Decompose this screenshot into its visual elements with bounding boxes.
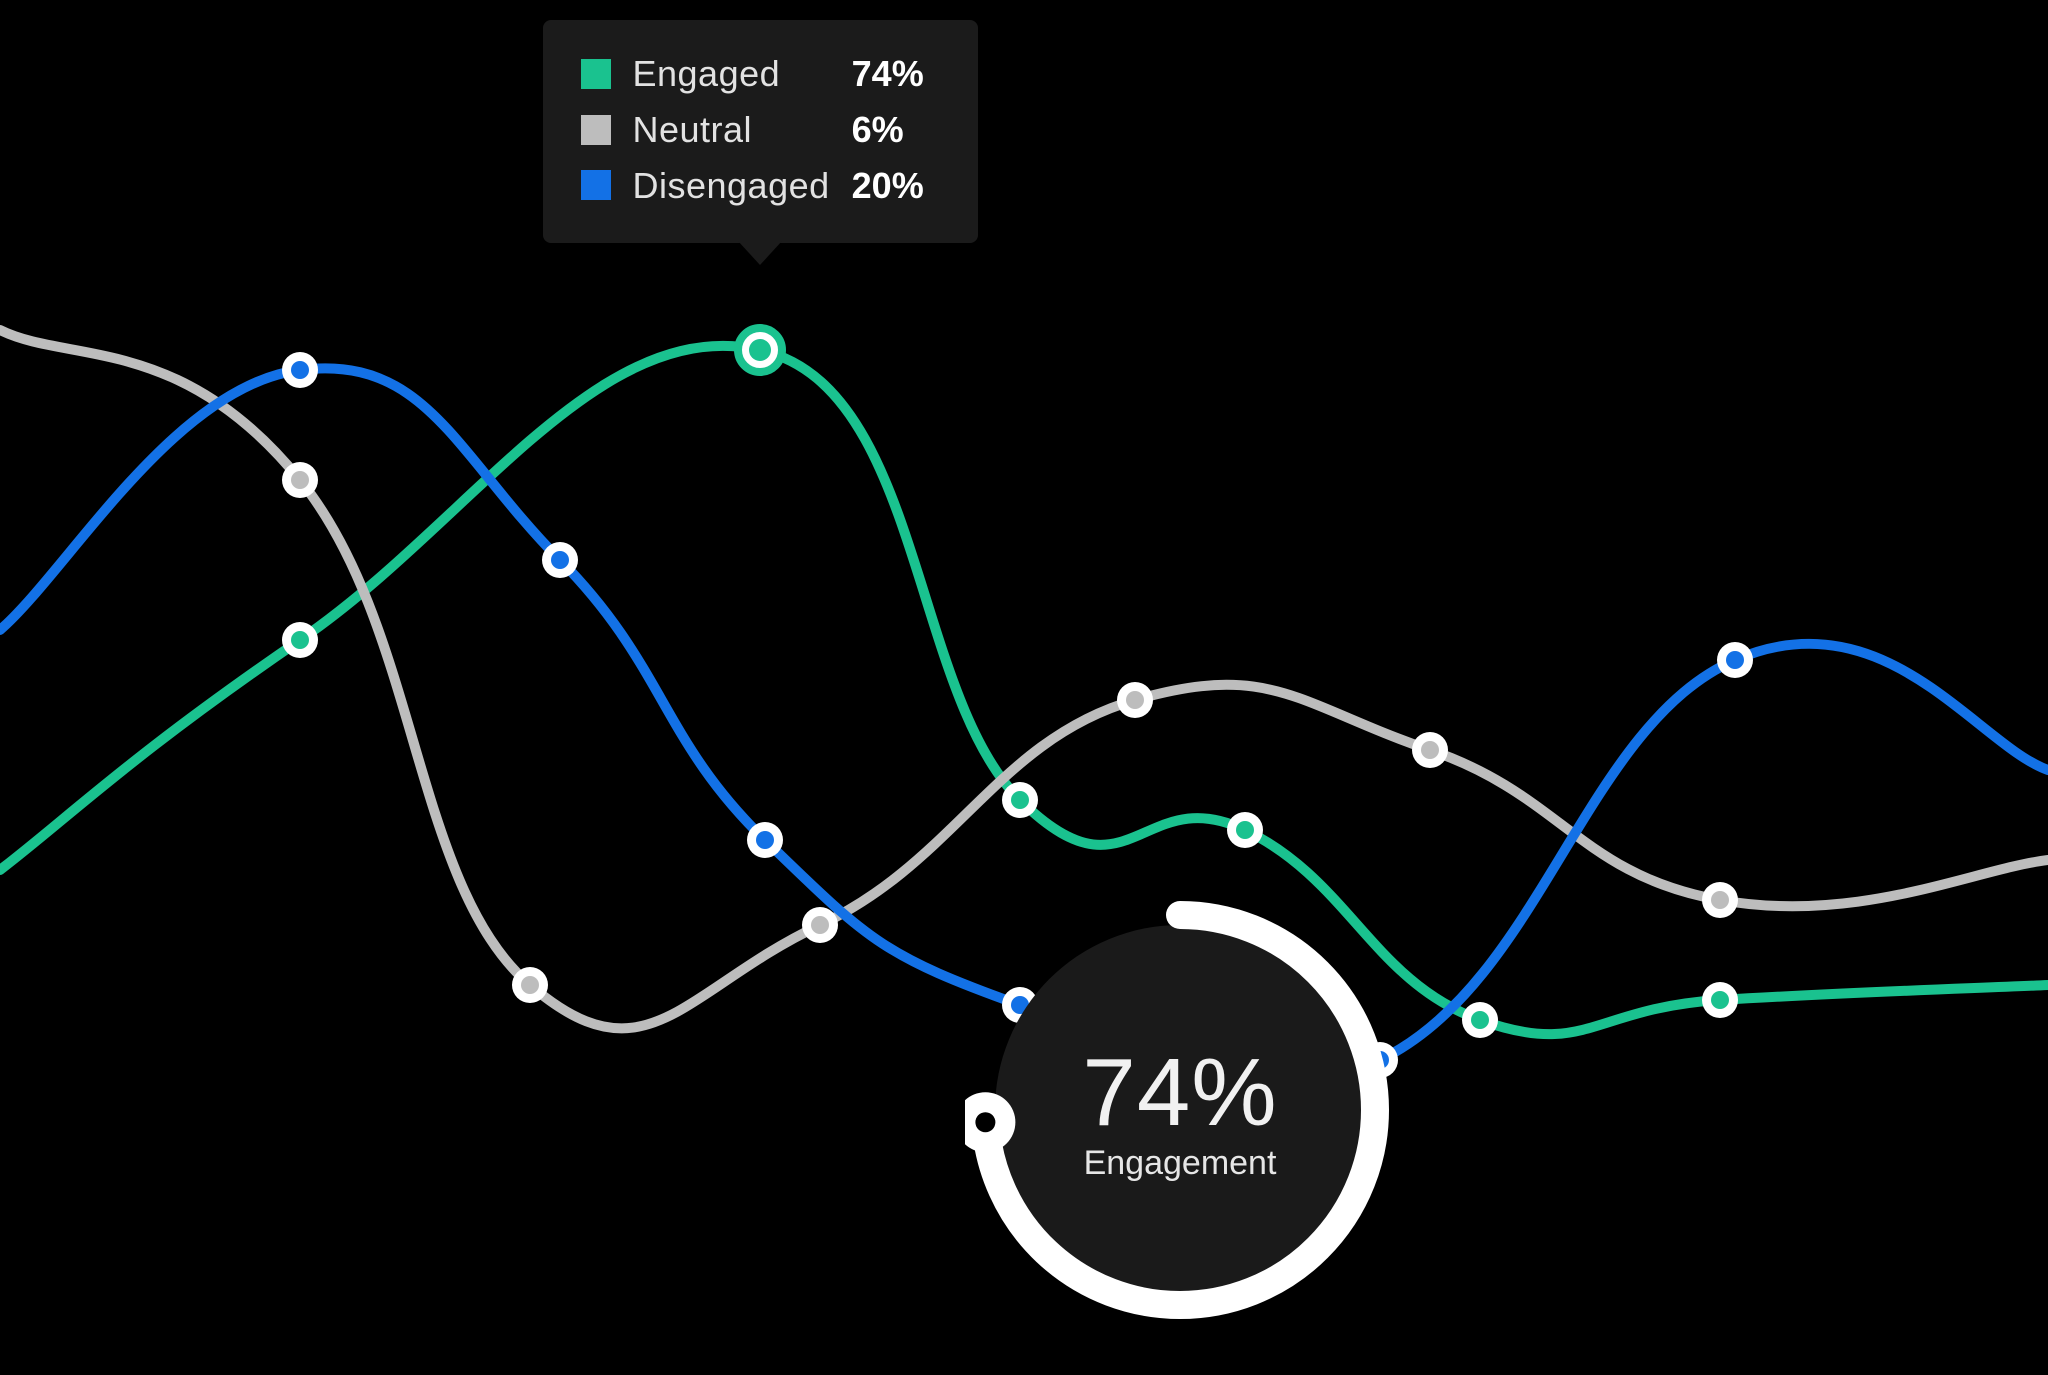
dial-label: Engagement: [1084, 1144, 1277, 1183]
engagement-dial: 74% Engagement: [965, 895, 1395, 1325]
legend-value: 20%: [852, 158, 940, 214]
legend-swatch: [581, 115, 611, 145]
tooltip-arrow-icon: [738, 241, 782, 265]
tooltip-row: Disengaged 20%: [581, 158, 940, 214]
legend-value: 74%: [852, 46, 940, 102]
legend-label: Disengaged: [633, 158, 830, 214]
series-tooltip: Engaged 74% Neutral 6% Disengaged 20%: [543, 20, 978, 243]
legend-value: 6%: [852, 102, 940, 158]
tooltip-row: Engaged 74%: [581, 46, 940, 102]
legend-label: Engaged: [633, 46, 830, 102]
legend-swatch: [581, 170, 611, 200]
tooltip-row: Neutral 6%: [581, 102, 940, 158]
legend-label: Neutral: [633, 102, 830, 158]
legend-swatch: [581, 59, 611, 89]
dial-percent: 74%: [1082, 1038, 1277, 1148]
